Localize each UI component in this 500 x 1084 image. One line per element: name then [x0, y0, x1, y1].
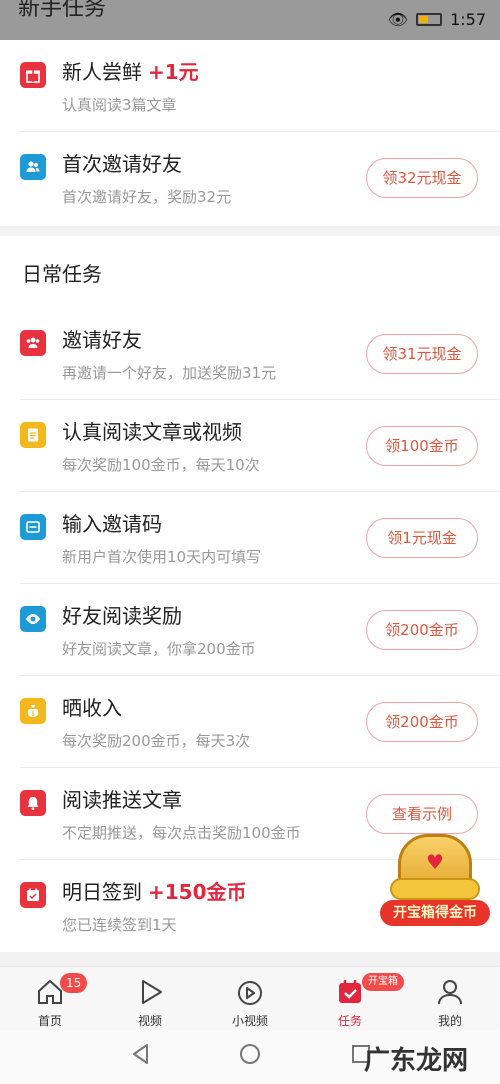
calendar-icon [20, 882, 46, 908]
claim-200-coins-button[interactable]: 领200金币 [366, 610, 478, 650]
bell-icon [20, 790, 46, 816]
task-subtitle: 每次奖励200金币，每天3次 [62, 732, 251, 750]
group-icon [20, 330, 46, 356]
tab-profile[interactable]: 我的 [400, 967, 500, 1031]
task-subtitle: 新用户首次使用10天内可填写 [62, 548, 262, 566]
eye-care-icon: 👁 [387, 10, 409, 29]
task-enter-invite-code[interactable]: 输入邀请码 新用户首次使用10天内可填写 领1元现金 [0, 492, 500, 584]
friends-icon [20, 154, 46, 180]
task-subtitle: 您已连续签到1天 [62, 916, 177, 934]
short-video-icon [234, 977, 266, 1009]
task-title: 新人尝鲜 +1元 [62, 60, 199, 84]
money-bag-icon: $ [20, 698, 46, 724]
status-bar: 新手任务 👁 1:57 [0, 0, 500, 40]
task-title: 明日签到 +150金币 [62, 880, 247, 904]
claim-200-coins-share-button[interactable]: 领200金币 [366, 702, 478, 742]
new-tasks-card: 新人尝鲜 +1元 认真阅读3篇文章 首次邀请好友 首次邀请好友，奖励32元 领32… [0, 40, 500, 226]
tab-label: 小视频 [231, 1014, 268, 1028]
claim-31-cash-button[interactable]: 领31元现金 [366, 334, 478, 374]
gold-coins-icon [390, 878, 480, 900]
person-icon [434, 977, 466, 1009]
task-friend-reading-reward[interactable]: 好友阅读奖励 好友阅读文章，你拿200金币 领200金币 [0, 584, 500, 676]
back-icon[interactable] [126, 1042, 156, 1072]
tab-tasks[interactable]: 开宝箱 任务 [300, 967, 404, 1031]
task-title: 阅读推送文章 [62, 788, 182, 812]
task-new-user-trial[interactable]: 新人尝鲜 +1元 认真阅读3篇文章 [0, 40, 500, 132]
task-read-articles[interactable]: 认真阅读文章或视频 每次奖励100金币，每天10次 领100金币 [0, 400, 500, 492]
code-icon [20, 514, 46, 540]
treasure-label: 开宝箱得金币 [380, 900, 490, 926]
document-icon [20, 422, 46, 448]
claim-100-coins-button[interactable]: 领100金币 [366, 426, 478, 466]
status-icons: 👁 1:57 [388, 10, 486, 29]
task-subtitle: 好友阅读文章，你拿200金币 [62, 640, 256, 658]
bottom-tab-bar: 15 首页 视频 小视频 开宝箱 任务 我的 [0, 966, 500, 1030]
task-title: 晒收入 [62, 696, 122, 720]
task-first-invite[interactable]: 首次邀请好友 首次邀请好友，奖励32元 领32元现金 [0, 132, 500, 224]
eye-icon [20, 606, 46, 632]
task-subtitle: 不定期推送，每次点击奖励100金币 [62, 824, 301, 842]
claim-1-cash-button[interactable]: 领1元现金 [366, 518, 478, 558]
tab-label: 首页 [37, 1014, 62, 1028]
task-title: 输入邀请码 [62, 512, 162, 536]
task-bonus: +1元 [148, 60, 199, 84]
task-share-income[interactable]: $ 晒收入 每次奖励200金币，每天3次 领200金币 [0, 676, 500, 768]
svg-text:$: $ [31, 711, 35, 718]
tab-label: 我的 [437, 1014, 462, 1028]
task-subtitle: 再邀请一个好友，加送奖励31元 [62, 364, 277, 382]
heart-icon: ♥ [426, 850, 444, 874]
play-icon [134, 977, 166, 1009]
tab-video[interactable]: 视频 [100, 967, 200, 1031]
section-title-new-tasks: 新手任务 [18, 0, 107, 21]
section-title-daily: 日常任务 [22, 262, 102, 286]
task-subtitle: 首次邀请好友，奖励32元 [62, 188, 232, 206]
task-invite-friends[interactable]: 邀请好友 再邀请一个好友，加送奖励31元 领31元现金 [0, 308, 500, 400]
battery-icon [416, 13, 443, 26]
task-title: 好友阅读奖励 [62, 604, 182, 628]
clock: 1:57 [450, 10, 486, 29]
task-bonus: +150金币 [148, 880, 247, 904]
watermark-logo: 广东龙网 [364, 1046, 469, 1076]
task-title: 首次邀请好友 [62, 152, 182, 176]
view-example-button[interactable]: 查看示例 [366, 794, 478, 834]
tab-label: 任务 [337, 1014, 362, 1028]
treasure-chest-button[interactable]: ♥ 开宝箱得金币 [380, 834, 490, 930]
tab-label: 视频 [137, 1014, 162, 1028]
treasure-badge: 开宝箱 [362, 973, 404, 991]
task-title: 认真阅读文章或视频 [62, 420, 242, 444]
task-subtitle: 每次奖励100金币，每天10次 [62, 456, 260, 474]
task-subtitle: 认真阅读3篇文章 [62, 96, 177, 114]
task-title: 邀请好友 [62, 328, 142, 352]
home-circle-icon[interactable] [235, 1042, 265, 1072]
gift-icon [20, 62, 46, 88]
home-badge: 15 [60, 973, 88, 993]
tab-short-video[interactable]: 小视频 [200, 967, 300, 1031]
claim-32-cash-button[interactable]: 领32元现金 [366, 158, 478, 198]
tab-home[interactable]: 15 首页 [0, 967, 100, 1031]
